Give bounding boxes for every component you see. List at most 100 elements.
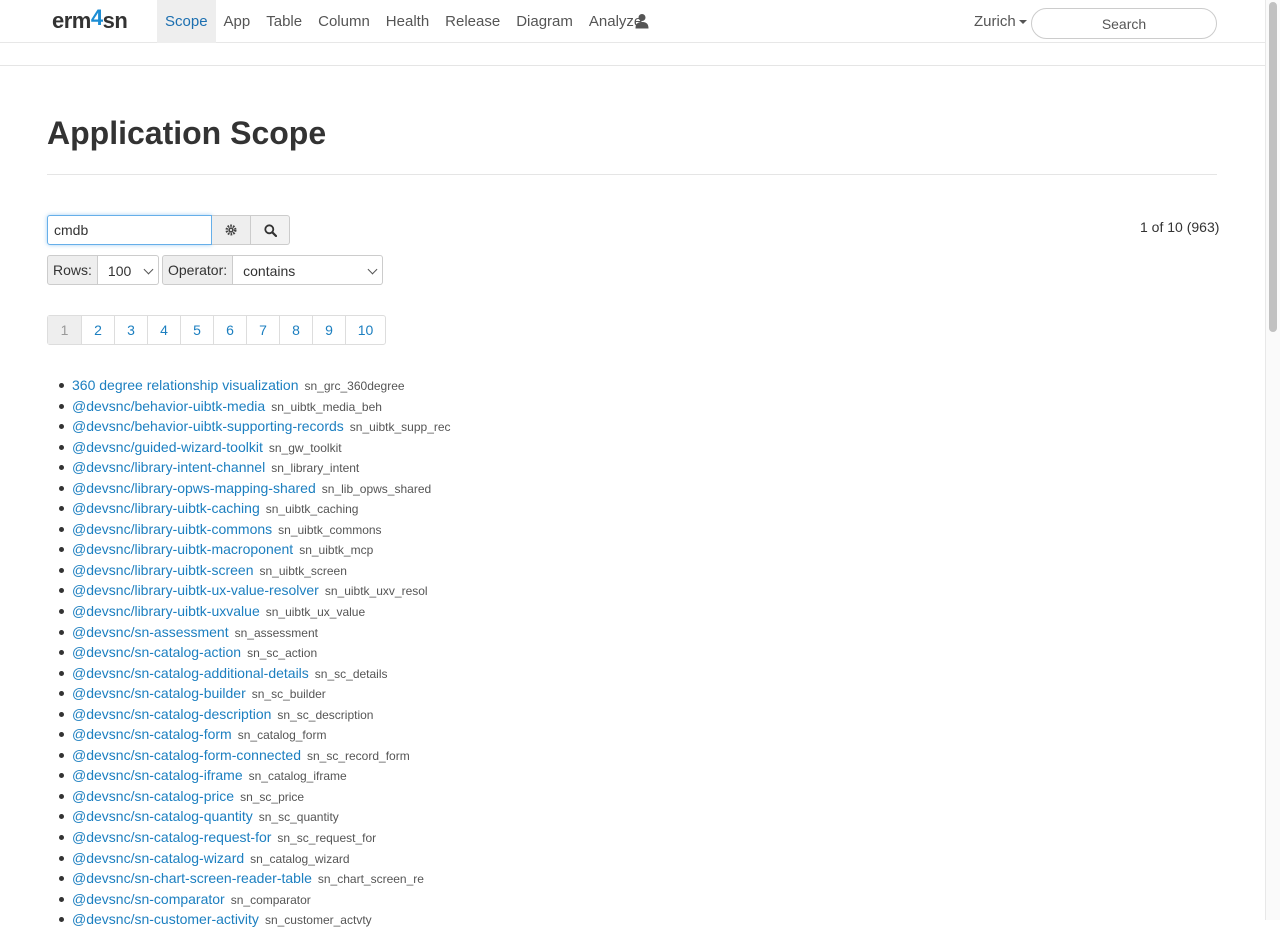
bullet-icon [59,403,64,409]
app-link[interactable]: @devsnc/library-opws-mapping-shared [72,480,316,496]
app-link[interactable]: @devsnc/behavior-uibtk-media [72,398,265,414]
app-scope-code: sn_sc_record_form [306,748,410,763]
title-divider [47,174,1217,175]
app-scope-code: sn_sc_request_for [277,831,377,846]
app-scope-code: sn_uibtk_caching [265,502,359,517]
search-button[interactable] [251,215,290,245]
scrollbar-thumb[interactable] [1269,2,1277,332]
app-link[interactable]: @devsnc/sn-customer-activity [72,911,259,927]
app-link[interactable]: @devsnc/sn-catalog-additional-details [72,665,309,681]
page-button-4[interactable]: 4 [147,316,180,344]
list-item: @devsnc/sn-comparator sn_comparator [57,889,451,910]
settings-button[interactable] [212,215,251,245]
app-link[interactable]: @devsnc/guided-wizard-toolkit [72,439,263,455]
main-nav: Scope App Table Column Health Release Diagram A… [157,0,650,43]
app-link[interactable]: @devsnc/sn-catalog-description [72,706,271,722]
app-link[interactable]: @devsnc/library-intent-channel [72,459,265,475]
bullet-icon [59,465,64,471]
app-scope-code: sn_sc_price [240,789,305,804]
app-scope-code: sn_uibtk_commons [278,522,382,537]
app-scope-code: sn_uibtk_mcp [299,543,374,558]
app-link[interactable]: @devsnc/sn-assessment [72,624,229,640]
app-link[interactable]: @devsnc/sn-catalog-wizard [72,850,244,866]
bullet-icon [59,752,64,758]
bullet-icon [59,711,64,717]
list-item: @devsnc/library-intent-channel sn_library… [57,457,451,478]
app-link[interactable]: @devsnc/sn-catalog-builder [72,685,246,701]
app-link[interactable]: @devsnc/library-uibtk-macroponent [72,541,293,557]
app-link[interactable]: @devsnc/sn-chart-screen-reader-table [72,870,312,886]
nav-item-column[interactable]: Column [310,0,378,43]
result-count: 1 of 10 (963) [1140,219,1220,235]
list-item: @devsnc/library-uibtk-caching sn_uibtk_ca… [57,498,451,519]
nav-item-release[interactable]: Release [437,0,508,43]
bullet-icon [59,732,64,738]
page-button-1[interactable]: 1 [48,316,81,344]
bullet-icon [59,526,64,532]
app-link[interactable]: @devsnc/library-uibtk-uxvalue [72,603,260,619]
locale-dropdown[interactable]: Zurich [974,13,1027,30]
search-icon [263,223,277,237]
app-scope-code: sn_comparator [230,892,311,907]
app-scope-code: sn_catalog_form [237,728,327,743]
app-scope-code: sn_uibtk_screen [259,563,347,578]
brand-logo[interactable]: erm4sn [52,5,128,34]
list-item: @devsnc/sn-catalog-iframe sn_catalog_ifra… [57,765,451,786]
page-button-2[interactable]: 2 [81,316,114,344]
list-item: 360 degree relationship visualization sn_… [57,375,451,396]
app-link[interactable]: @devsnc/library-uibtk-ux-value-resolver [72,582,319,598]
app-scope-code: sn_gw_toolkit [268,440,342,455]
app-link[interactable]: @devsnc/behavior-uibtk-supporting-record… [72,418,344,434]
page-button-3[interactable]: 3 [114,316,147,344]
rows-select[interactable]: 100 [97,255,159,285]
pagination: 1 2 3 4 5 6 7 8 9 10 [47,315,386,345]
page-button-5[interactable]: 5 [180,316,213,344]
list-item: @devsnc/sn-catalog-quantity sn_sc_quantit… [57,806,451,827]
page-button-7[interactable]: 7 [246,316,279,344]
list-item: @devsnc/sn-chart-screen-reader-table sn_c… [57,868,451,889]
app-link[interactable]: @devsnc/sn-catalog-request-for [72,829,271,845]
rows-label: Rows: [47,255,98,285]
nav-item-diagram[interactable]: Diagram [508,0,581,43]
locale-label: Zurich [974,13,1016,30]
app-scope-code: sn_library_intent [271,461,360,476]
app-link[interactable]: @devsnc/sn-catalog-action [72,644,241,660]
app-link[interactable]: @devsnc/sn-catalog-form-connected [72,747,301,763]
list-item: @devsnc/library-uibtk-macroponent sn_uibt… [57,539,451,560]
app-link[interactable]: @devsnc/sn-catalog-quantity [72,808,253,824]
nav-item-table[interactable]: Table [258,0,310,43]
user-icon[interactable] [634,13,650,29]
operator-control: Operator: contains [162,255,384,285]
chevron-down-icon [143,264,154,275]
list-item: @devsnc/library-uibtk-commons sn_uibtk_co… [57,519,451,540]
brand-part-3: sn [102,8,128,33]
bullet-icon [59,485,64,491]
page-button-6[interactable]: 6 [213,316,246,344]
nav-item-app[interactable]: App [216,0,259,43]
app-link[interactable]: @devsnc/sn-catalog-form [72,726,232,742]
nav-item-health[interactable]: Health [378,0,437,43]
app-link[interactable]: @devsnc/library-uibtk-screen [72,562,254,578]
app-scope-code: sn_lib_opws_shared [321,481,432,496]
app-link[interactable]: @devsnc/library-uibtk-commons [72,521,272,537]
nav-item-scope[interactable]: Scope [157,0,216,43]
app-link[interactable]: @devsnc/library-uibtk-caching [72,500,260,516]
page-button-10[interactable]: 10 [345,316,385,344]
page-scrollbar[interactable] [1265,0,1280,920]
app-scope-code: sn_uibtk_uxv_resol [324,584,428,599]
app-link[interactable]: @devsnc/sn-comparator [72,891,225,907]
app-link[interactable]: @devsnc/sn-catalog-iframe [72,767,243,783]
filter-input[interactable] [47,215,212,245]
nav-search-input[interactable] [1031,8,1217,39]
list-item: @devsnc/sn-catalog-builder sn_sc_builder [57,683,451,704]
app-scope-code: sn_sc_builder [251,687,326,702]
bullet-icon [59,773,64,779]
bullet-icon [59,506,64,512]
page-button-9[interactable]: 9 [312,316,345,344]
list-item: @devsnc/sn-catalog-form-connected sn_sc_r… [57,745,451,766]
app-link[interactable]: @devsnc/sn-catalog-price [72,788,234,804]
operator-select[interactable]: contains [233,255,384,285]
app-link[interactable]: 360 degree relationship visualization [72,377,298,393]
operator-value: contains [243,263,296,279]
page-button-8[interactable]: 8 [279,316,312,344]
